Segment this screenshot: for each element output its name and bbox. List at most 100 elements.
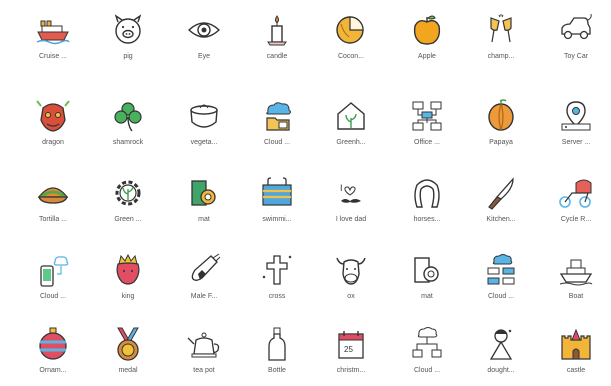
icon-tile[interactable]: candle bbox=[242, 12, 312, 72]
icon-tile[interactable]: Kitchen... bbox=[466, 175, 536, 235]
cloud-network-icon bbox=[487, 254, 515, 285]
icon-label: Toy Car bbox=[563, 53, 589, 60]
icon-label: Apple bbox=[418, 53, 436, 60]
icon-tile[interactable]: Ornam... bbox=[18, 326, 88, 386]
icon-label: Cloud ... bbox=[487, 293, 515, 300]
cloud-phone-icon bbox=[40, 256, 69, 287]
icon-tile[interactable]: Bottle bbox=[242, 326, 312, 386]
green-gear-icon bbox=[115, 180, 141, 206]
icon-label: Ornam... bbox=[39, 367, 67, 374]
mat-roll-icon bbox=[191, 180, 216, 206]
icon-tile[interactable]: Cloud ... bbox=[242, 98, 312, 158]
icon-label: tea pot bbox=[193, 367, 215, 374]
eye-icon bbox=[187, 22, 221, 38]
icon-tile[interactable]: castle bbox=[541, 326, 611, 386]
icon-tile[interactable]: Male F... bbox=[169, 252, 239, 312]
icon-label: christm... bbox=[336, 367, 366, 374]
ox-icon bbox=[336, 257, 366, 285]
cross-icon bbox=[262, 255, 292, 285]
icon-tile[interactable]: Cruise ... bbox=[18, 12, 88, 72]
icon-label: Cloud ... bbox=[263, 139, 291, 146]
icon-tile[interactable]: pig bbox=[93, 12, 163, 72]
love-dad-icon: I bbox=[340, 183, 361, 203]
icon-tile[interactable]: Tortilla ... bbox=[18, 175, 88, 235]
icon-label: Green ... bbox=[114, 216, 142, 223]
icon-tile[interactable]: Green ... bbox=[93, 175, 163, 235]
icon-tile[interactable]: cross bbox=[242, 252, 312, 312]
icon-label: ox bbox=[347, 293, 355, 300]
icon-tile[interactable]: Greenh... bbox=[316, 98, 386, 158]
icon-label: Male F... bbox=[190, 293, 218, 300]
icon-label: Eye bbox=[197, 53, 211, 60]
tea-pot-icon bbox=[187, 332, 220, 358]
male-flask-icon bbox=[191, 253, 221, 281]
icon-tile[interactable]: mat bbox=[392, 252, 462, 312]
icon-label: Cloud ... bbox=[39, 293, 67, 300]
icon-tile[interactable]: Eye bbox=[169, 12, 239, 72]
cloud-tree-icon bbox=[412, 327, 442, 358]
icon-label: Cocon... bbox=[337, 53, 365, 60]
shamrock-icon bbox=[114, 102, 142, 132]
icon-tile[interactable]: horses... bbox=[392, 175, 462, 235]
icon-tile[interactable]: king bbox=[93, 252, 163, 312]
boat-icon bbox=[559, 259, 593, 286]
icon-tile[interactable]: tea pot bbox=[169, 326, 239, 386]
svg-text:I: I bbox=[340, 183, 343, 193]
icon-label: pig bbox=[123, 53, 133, 60]
icon-tile[interactable]: medal bbox=[93, 326, 163, 386]
king-icon bbox=[116, 253, 140, 285]
icon-tile[interactable]: Boat bbox=[541, 252, 611, 312]
pig-icon bbox=[114, 14, 142, 44]
vegetable-pot-icon bbox=[190, 104, 218, 128]
icon-tile[interactable]: mat bbox=[169, 175, 239, 235]
icon-tile[interactable]: Cloud ... bbox=[466, 252, 536, 312]
icon-tile[interactable]: Server ... bbox=[541, 98, 611, 158]
icon-tile[interactable]: Cocon... bbox=[316, 12, 386, 72]
cloud-folder-icon bbox=[266, 102, 291, 131]
castle-icon bbox=[561, 328, 591, 360]
icon-label: Boat bbox=[568, 293, 584, 300]
icon-label: shamrock bbox=[112, 139, 144, 146]
icon-label: Bottle bbox=[268, 367, 286, 374]
icon-tile[interactable]: vegeta... bbox=[169, 98, 239, 158]
icon-label: Office ... bbox=[414, 139, 440, 146]
icon-tile[interactable]: champ... bbox=[466, 12, 536, 72]
icon-label: candle bbox=[266, 53, 288, 60]
icon-label: Tortilla ... bbox=[38, 216, 67, 223]
icon-tile[interactable]: Cloud ... bbox=[392, 326, 462, 386]
icon-tile[interactable]: Office ... bbox=[392, 98, 462, 158]
svg-text:25: 25 bbox=[344, 345, 353, 354]
icon-label: mat bbox=[421, 293, 433, 300]
mat-outline-icon bbox=[414, 257, 439, 283]
icon-label: cross bbox=[268, 293, 286, 300]
icon-tile[interactable]: I I love dad bbox=[316, 175, 386, 235]
medal-icon bbox=[117, 327, 139, 361]
ornament-icon bbox=[39, 327, 67, 360]
icon-label: dragon bbox=[42, 139, 64, 146]
icon-tile[interactable]: Cloud ... bbox=[18, 252, 88, 312]
christmas-calendar-icon: 25 bbox=[338, 331, 364, 359]
icon-tile[interactable]: swimmi... bbox=[242, 175, 312, 235]
cruise-ship-icon bbox=[36, 20, 70, 45]
cycle-rickshaw-icon bbox=[559, 179, 592, 208]
icon-label: Cruise ... bbox=[38, 53, 67, 60]
icon-label: dought... bbox=[487, 367, 515, 374]
papaya-icon bbox=[488, 99, 514, 131]
server-location-icon bbox=[561, 101, 591, 131]
icon-tile[interactable]: Cycle R... bbox=[541, 175, 611, 235]
icon-tile[interactable]: shamrock bbox=[93, 98, 163, 158]
icon-tile[interactable]: dragon bbox=[18, 98, 88, 158]
icon-label: medal bbox=[118, 367, 138, 374]
icon-tile[interactable]: Apple bbox=[392, 12, 462, 72]
icon-tile[interactable]: 25 christm... bbox=[316, 326, 386, 386]
icon-label: Kitchen... bbox=[486, 216, 516, 223]
icon-tile[interactable]: dought... bbox=[466, 326, 536, 386]
icon-label: Greenh... bbox=[336, 139, 366, 146]
icon-label: Cloud ... bbox=[413, 367, 441, 374]
icon-tile[interactable]: ox bbox=[316, 252, 386, 312]
icon-tile[interactable]: Toy Car bbox=[541, 12, 611, 72]
icon-label: Cycle R... bbox=[560, 216, 592, 223]
icon-tile[interactable]: Papaya bbox=[466, 98, 536, 158]
icon-label: Papaya bbox=[489, 139, 513, 146]
champagne-icon bbox=[490, 14, 512, 43]
